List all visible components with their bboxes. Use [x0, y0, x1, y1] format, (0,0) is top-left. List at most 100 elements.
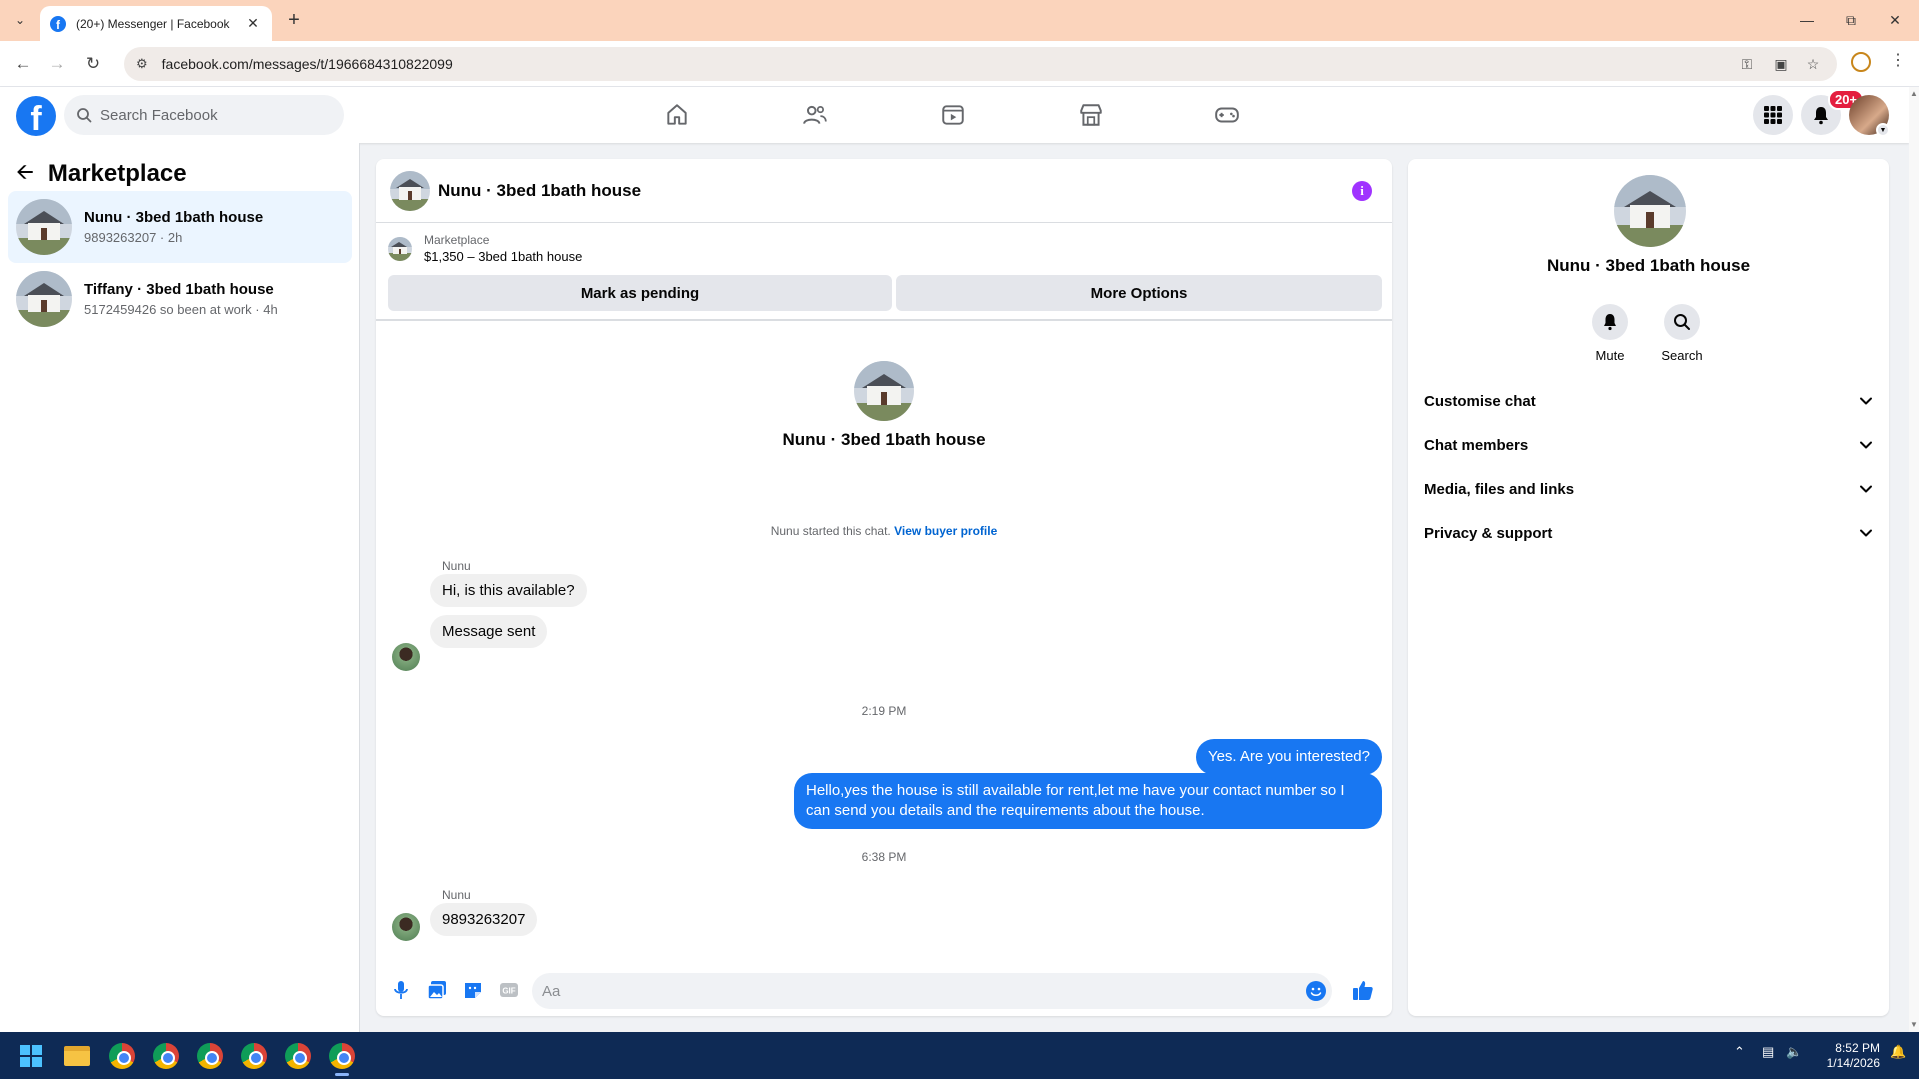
chrome-icon[interactable]: [195, 1041, 225, 1071]
chrome-icon[interactable]: [239, 1041, 269, 1071]
privacy-support-row[interactable]: Privacy & support: [1424, 515, 1873, 551]
restore-icon[interactable]: ⧉: [1836, 8, 1866, 32]
tab-close-icon[interactable]: ✕: [244, 15, 262, 32]
incoming-message[interactable]: Message sent: [430, 615, 548, 648]
clock-date: 1/14/2026: [1826, 1056, 1880, 1070]
photo-gallery-icon[interactable]: [426, 979, 448, 1001]
video-tab[interactable]: [898, 95, 1008, 135]
customise-chat-row[interactable]: Customise chat: [1424, 383, 1873, 419]
microphone-icon[interactable]: [390, 979, 412, 1001]
system-clock[interactable]: 8:52 PM 1/14/2026: [1800, 1041, 1880, 1071]
password-key-icon[interactable]: ⚿: [1736, 53, 1758, 75]
gaming-tab[interactable]: [1172, 95, 1282, 135]
section-label: Privacy & support: [1424, 524, 1553, 542]
site-info-icon[interactable]: ⚙: [136, 56, 148, 72]
marketplace-listing-banner: Marketplace $1,350 – 3bed 1bath house Ma…: [376, 223, 1392, 321]
chrome-icon[interactable]: [283, 1041, 313, 1071]
intro-name: Nunu · 3bed 1bath house: [782, 430, 986, 449]
browser-tab-messenger[interactable]: f (20+) Messenger | Facebook ✕: [40, 6, 272, 41]
view-buyer-profile-link[interactable]: View buyer profile: [894, 524, 997, 538]
reload-icon[interactable]: ↻: [80, 51, 106, 77]
page-scrollbar[interactable]: [1909, 87, 1919, 1032]
started-text: Nunu started this chat.: [770, 524, 891, 538]
forward-arrow-icon[interactable]: →: [44, 51, 70, 77]
bell-icon: [1592, 304, 1628, 340]
chat-members-row[interactable]: Chat members: [1424, 427, 1873, 463]
clock-time: 8:52 PM: [1835, 1041, 1880, 1055]
file-explorer-icon[interactable]: [62, 1041, 92, 1071]
scroll-up-arrow-icon[interactable]: ▲: [1909, 89, 1919, 98]
search-label: Search: [1661, 348, 1703, 363]
address-bar[interactable]: ⚙ facebook.com/messages/t/19666843108220…: [124, 47, 1837, 81]
media-files-links-row[interactable]: Media, files and links: [1424, 471, 1873, 507]
conversation-title[interactable]: Nunu · 3bed 1bath house: [438, 181, 641, 201]
outgoing-message[interactable]: Yes. Are you interested?: [1195, 739, 1382, 775]
chat-name: Tiffany · 3bed 1bath house: [84, 281, 274, 298]
tab-title: (20+) Messenger | Facebook: [76, 16, 230, 31]
house-listing-thumbnail[interactable]: [390, 170, 430, 211]
back-arrow-icon[interactable]: 🡨: [16, 155, 34, 193]
chat-preview: 5172459426 so been at work · 4h: [84, 302, 278, 317]
chrome-icon[interactable]: [151, 1041, 181, 1071]
facebook-logo-icon[interactable]: f: [16, 96, 56, 136]
left-title-row: 🡨 Marketplace: [16, 155, 187, 193]
url-text[interactable]: facebook.com/messages/t/1966684310822099: [162, 56, 453, 72]
outgoing-message[interactable]: Hello,yes the house is still available f…: [794, 773, 1382, 829]
mark-as-pending-button[interactable]: Mark as pending: [388, 275, 892, 311]
house-listing-thumbnail: [16, 271, 72, 327]
chat-details-panel: Nunu · 3bed 1bath house Mute Search Cust…: [1408, 159, 1889, 1016]
sticker-icon[interactable]: [462, 979, 484, 1001]
house-listing-thumbnail: [16, 199, 72, 255]
message-input-box[interactable]: [532, 973, 1332, 1009]
timestamp-separator: 2:19 PM: [861, 704, 907, 718]
incoming-message[interactable]: 9893263207: [430, 903, 538, 936]
grid-menu-icon: [1764, 106, 1782, 124]
search-input[interactable]: [100, 106, 300, 124]
browser-profile-icon[interactable]: [1851, 52, 1871, 72]
facebook-search[interactable]: [64, 95, 344, 135]
friends-tab[interactable]: [760, 95, 870, 135]
tray-overflow-chevron-up-icon[interactable]: ⌃: [1734, 1044, 1745, 1060]
marketplace-tab[interactable]: [1036, 95, 1146, 135]
mute-button[interactable]: Mute: [1575, 304, 1645, 363]
chat-item-tiffany[interactable]: Tiffany · 3bed 1bath house 5172459426 so…: [8, 263, 352, 335]
new-tab-plus-icon[interactable]: +: [282, 8, 306, 32]
sender-avatar[interactable]: [392, 913, 420, 941]
window-close-icon[interactable]: ✕: [1880, 8, 1910, 32]
search-in-chat-button[interactable]: Search: [1647, 304, 1717, 363]
details-avatar[interactable]: [1614, 175, 1686, 247]
home-tab[interactable]: [622, 95, 732, 135]
info-icon[interactable]: i: [1352, 181, 1372, 201]
windows-start-icon[interactable]: [20, 1045, 42, 1067]
conversation-panel: Nunu · 3bed 1bath house i Marketplace $1…: [376, 159, 1392, 1016]
back-arrow-icon[interactable]: ←: [10, 51, 36, 77]
chat-preview: 9893263207 · 2h: [84, 230, 183, 245]
gif-icon[interactable]: GIF: [498, 979, 520, 1001]
marketplace-label: Marketplace: [424, 233, 490, 247]
search-icon: [77, 108, 92, 123]
scroll-down-arrow-icon[interactable]: ▼: [1909, 1020, 1919, 1029]
message-input[interactable]: [542, 982, 1242, 1000]
chrome-icon[interactable]: [327, 1041, 357, 1071]
intro-avatar[interactable]: [854, 361, 914, 421]
sender-avatar[interactable]: [392, 643, 420, 671]
install-app-icon[interactable]: ▣: [1770, 53, 1792, 75]
minimize-icon[interactable]: —: [1792, 8, 1822, 32]
listing-row[interactable]: Marketplace $1,350 – 3bed 1bath house: [388, 233, 582, 264]
thumbs-up-icon[interactable]: [1350, 977, 1376, 1003]
emoji-icon[interactable]: [1306, 981, 1326, 1001]
chat-item-nunu[interactable]: Nunu · 3bed 1bath house 9893263207 · 2h: [8, 191, 352, 263]
network-icon[interactable]: ▤: [1762, 1044, 1774, 1060]
browser-menu-icon[interactable]: ⋮: [1890, 50, 1906, 70]
bookmark-star-icon[interactable]: ☆: [1802, 53, 1824, 75]
windows-taskbar: ⌃ ▤ 🔈 8:52 PM 1/14/2026 🔔: [0, 1032, 1919, 1079]
menu-grid-button[interactable]: [1753, 95, 1793, 135]
section-label: Media, files and links: [1424, 480, 1575, 498]
svg-text:GIF: GIF: [502, 987, 515, 996]
tab-search-chevron-icon[interactable]: ⌄: [8, 8, 32, 32]
notification-bell-icon[interactable]: 🔔: [1890, 1044, 1906, 1060]
chrome-icon[interactable]: [107, 1041, 137, 1071]
more-options-button[interactable]: More Options: [896, 275, 1382, 311]
account-chevron-down-icon[interactable]: ▼: [1876, 123, 1890, 137]
incoming-message[interactable]: Hi, is this available?: [430, 574, 587, 607]
